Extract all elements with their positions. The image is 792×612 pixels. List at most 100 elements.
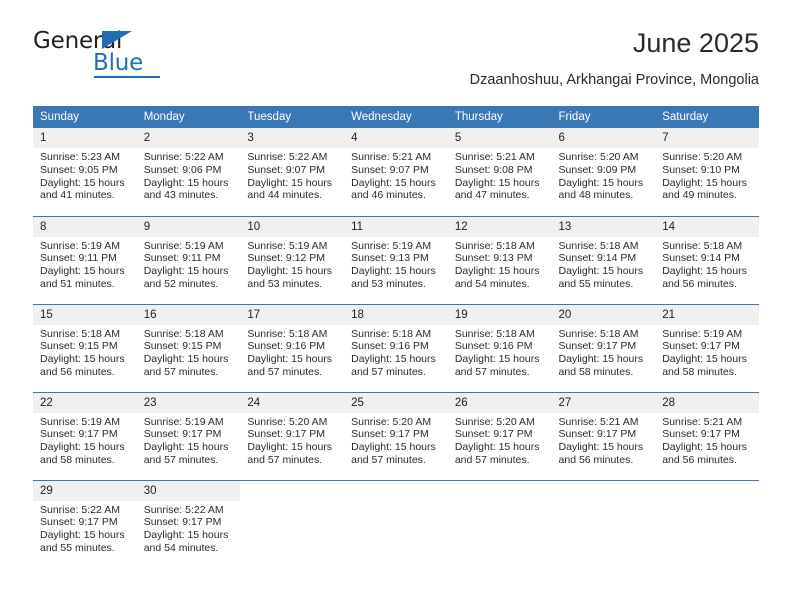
- sunrise-time: Sunrise: 5:20 AM: [351, 415, 432, 428]
- calendar-day-cell[interactable]: 13 Sunrise: 5:18 AM Sunset: 9:14 PM Dayligh…: [551, 215, 656, 304]
- day-details: Sunrise: 5:19 AM Sunset: 9:12 PM Daylight:…: [240, 237, 344, 291]
- day-number: 9: [136, 216, 241, 237]
- calendar-day-cell[interactable]: 19 Sunrise: 5:18 AM Sunset: 9:16 PM Dayligh…: [447, 303, 552, 392]
- sunrise-time: Sunrise: 5:23 AM: [40, 151, 120, 163]
- calendar-day-cell[interactable]: 30 Sunrise: 5:22 AM Sunset: 9:17 PM Dayligh…: [136, 479, 241, 568]
- calendar-day-cell[interactable]: 11 Sunrise: 5:19 AM Sunset: 9:13 PM Dayligh…: [344, 215, 448, 304]
- day-details: Sunrise: 5:20 AM Sunset: 9:10 PM Daylight:…: [655, 148, 759, 202]
- daylight-duration-line1: Daylight: 15 hours: [454, 441, 540, 454]
- day-details: Sunrise: 5:19 AM Sunset: 9:17 PM Daylight:…: [33, 413, 137, 467]
- daylight-duration-line2: and 44 minutes.: [247, 189, 323, 202]
- day-details: Sunrise: 5:19 AM Sunset: 9:17 PM Daylight:…: [137, 413, 241, 467]
- calendar-day-cell[interactable]: 7 Sunrise: 5:20 AM Sunset: 9:10 PM Daylight…: [655, 128, 759, 216]
- daylight-duration-line2: and 52 minutes.: [143, 277, 219, 290]
- day-details: Sunrise: 5:20 AM Sunset: 9:17 PM Daylight:…: [344, 413, 448, 467]
- day-number: 12: [447, 216, 552, 237]
- day-details: Sunrise: 5:22 AM Sunset: 9:17 PM Daylight:…: [137, 501, 241, 555]
- sunset-time: Sunset: 9:13 PM: [351, 252, 429, 265]
- day-number: 22: [33, 392, 137, 413]
- daylight-duration-line1: Daylight: 15 hours: [454, 353, 540, 366]
- sunrise-time: Sunrise: 5:19 AM: [143, 415, 224, 428]
- calendar-day-cell[interactable]: 23 Sunrise: 5:19 AM Sunset: 9:17 PM Dayligh…: [136, 391, 241, 480]
- sunrise-time: Sunrise: 5:21 AM: [454, 151, 535, 163]
- sunset-time: Sunset: 9:17 PM: [662, 340, 740, 353]
- calendar-day-cell[interactable]: 18 Sunrise: 5:18 AM Sunset: 9:16 PM Dayligh…: [344, 303, 448, 392]
- sunrise-time: Sunrise: 5:22 AM: [40, 503, 120, 516]
- calendar-day-cell[interactable]: 9 Sunrise: 5:19 AM Sunset: 9:11 PM Daylight…: [136, 215, 241, 304]
- day-number: 25: [344, 392, 448, 413]
- day-details: Sunrise: 5:18 AM Sunset: 9:16 PM Daylight:…: [240, 325, 344, 379]
- sunset-time: Sunset: 9:15 PM: [143, 340, 222, 353]
- weekday-header-wednesday: Wednesday: [344, 106, 448, 128]
- calendar-day-cell[interactable]: 1 Sunrise: 5:23 AM Sunset: 9:05 PM Daylight…: [33, 128, 137, 216]
- calendar-day-cell[interactable]: 6 Sunrise: 5:20 AM Sunset: 9:09 PM Daylight…: [551, 128, 656, 216]
- day-number: 30: [136, 480, 241, 501]
- day-number: 23: [136, 392, 241, 413]
- daylight-duration-line1: Daylight: 15 hours: [662, 176, 747, 189]
- day-number: 7: [655, 128, 759, 148]
- calendar-cell-empty: [344, 479, 448, 568]
- sunset-time: Sunset: 9:17 PM: [662, 428, 740, 441]
- calendar-cell-empty: [447, 479, 552, 568]
- calendar-day-cell[interactable]: 17 Sunrise: 5:18 AM Sunset: 9:16 PM Dayligh…: [240, 303, 345, 392]
- daylight-duration-line2: and 57 minutes.: [247, 365, 323, 378]
- sunrise-time: Sunrise: 5:18 AM: [662, 239, 743, 252]
- daylight-duration-line2: and 55 minutes.: [558, 277, 634, 290]
- calendar-day-cell[interactable]: 4 Sunrise: 5:21 AM Sunset: 9:07 PM Daylight…: [344, 128, 448, 216]
- sunset-time: Sunset: 9:17 PM: [454, 428, 533, 441]
- calendar-page: General Blue June 2025 Dzaanhoshuu, Arkh…: [0, 0, 792, 612]
- daylight-duration-line2: and 49 minutes.: [662, 189, 737, 202]
- calendar-day-cell[interactable]: 14 Sunrise: 5:18 AM Sunset: 9:14 PM Dayligh…: [655, 215, 759, 304]
- daylight-duration-line1: Daylight: 15 hours: [662, 353, 747, 366]
- calendar-day-cell[interactable]: 2 Sunrise: 5:22 AM Sunset: 9:06 PM Daylight…: [136, 128, 241, 216]
- calendar-day-cell[interactable]: 26 Sunrise: 5:20 AM Sunset: 9:17 PM Dayligh…: [447, 391, 552, 480]
- calendar-day-cell[interactable]: 16 Sunrise: 5:18 AM Sunset: 9:15 PM Dayligh…: [136, 303, 241, 392]
- day-number: 26: [447, 392, 552, 413]
- sunset-time: Sunset: 9:10 PM: [662, 163, 740, 176]
- calendar-day-cell[interactable]: 8 Sunrise: 5:19 AM Sunset: 9:11 PM Daylight…: [33, 215, 137, 304]
- calendar-day-cell[interactable]: 29 Sunrise: 5:22 AM Sunset: 9:17 PM Dayligh…: [33, 479, 137, 568]
- weekday-header-monday: Monday: [136, 106, 241, 128]
- sunset-time: Sunset: 9:06 PM: [143, 163, 222, 176]
- calendar-cell-empty: [655, 479, 759, 568]
- weekday-header-sunday: Sunday: [33, 106, 137, 128]
- calendar-day-cell[interactable]: 12 Sunrise: 5:18 AM Sunset: 9:13 PM Dayligh…: [447, 215, 552, 304]
- sunrise-time: Sunrise: 5:19 AM: [662, 327, 743, 340]
- sunrise-time: Sunrise: 5:18 AM: [454, 327, 535, 340]
- calendar-day-cell[interactable]: 28 Sunrise: 5:21 AM Sunset: 9:17 PM Dayligh…: [655, 391, 759, 480]
- daylight-duration-line1: Daylight: 15 hours: [351, 176, 436, 189]
- day-details: Sunrise: 5:18 AM Sunset: 9:15 PM Daylight:…: [33, 325, 137, 379]
- daylight-duration-line2: and 46 minutes.: [351, 189, 426, 202]
- sunrise-time: Sunrise: 5:21 AM: [662, 415, 743, 428]
- sunset-time: Sunset: 9:17 PM: [143, 428, 222, 441]
- sunset-time: Sunset: 9:05 PM: [40, 163, 118, 176]
- day-details: Sunrise: 5:18 AM Sunset: 9:16 PM Daylight:…: [344, 325, 448, 379]
- calendar-day-cell[interactable]: 10 Sunrise: 5:19 AM Sunset: 9:12 PM Dayligh…: [240, 215, 345, 304]
- calendar-day-cell[interactable]: 3 Sunrise: 5:22 AM Sunset: 9:07 PM Daylight…: [240, 128, 345, 216]
- calendar-day-cell[interactable]: 15 Sunrise: 5:18 AM Sunset: 9:15 PM Dayligh…: [33, 303, 137, 392]
- calendar-day-cell[interactable]: 24 Sunrise: 5:20 AM Sunset: 9:17 PM Dayligh…: [240, 391, 345, 480]
- daylight-duration-line1: Daylight: 15 hours: [40, 441, 125, 454]
- day-details: Sunrise: 5:20 AM Sunset: 9:09 PM Daylight:…: [552, 148, 656, 202]
- daylight-duration-line1: Daylight: 15 hours: [40, 265, 125, 278]
- daylight-duration-line2: and 57 minutes.: [454, 453, 530, 466]
- day-details: Sunrise: 5:19 AM Sunset: 9:13 PM Daylight:…: [344, 237, 448, 291]
- calendar-week-row: 29 Sunrise: 5:22 AM Sunset: 9:17 PM Dayligh…: [33, 479, 759, 568]
- day-details: Sunrise: 5:19 AM Sunset: 9:11 PM Daylight:…: [33, 237, 137, 291]
- daylight-duration-line1: Daylight: 15 hours: [558, 441, 644, 454]
- daylight-duration-line2: and 48 minutes.: [558, 189, 634, 202]
- calendar-day-cell[interactable]: 27 Sunrise: 5:21 AM Sunset: 9:17 PM Dayligh…: [551, 391, 656, 480]
- daylight-duration-line1: Daylight: 15 hours: [247, 265, 333, 278]
- calendar-day-cell[interactable]: 20 Sunrise: 5:18 AM Sunset: 9:17 PM Dayligh…: [551, 303, 656, 392]
- calendar-day-cell[interactable]: 5 Sunrise: 5:21 AM Sunset: 9:08 PM Daylight…: [447, 128, 552, 216]
- page-title: June 2025: [632, 28, 759, 58]
- sunrise-time: Sunrise: 5:20 AM: [247, 415, 328, 428]
- daylight-duration-line2: and 53 minutes.: [247, 277, 323, 290]
- day-number: 4: [344, 128, 448, 148]
- sunrise-time: Sunrise: 5:18 AM: [40, 327, 120, 340]
- calendar-day-cell[interactable]: 25 Sunrise: 5:20 AM Sunset: 9:17 PM Dayligh…: [344, 391, 448, 480]
- calendar-week-row: 8 Sunrise: 5:19 AM Sunset: 9:11 PM Daylight…: [33, 215, 759, 304]
- calendar-day-cell[interactable]: 22 Sunrise: 5:19 AM Sunset: 9:17 PM Dayligh…: [33, 391, 137, 480]
- sunrise-time: Sunrise: 5:19 AM: [351, 239, 432, 252]
- calendar-day-cell[interactable]: 21 Sunrise: 5:19 AM Sunset: 9:17 PM Dayligh…: [655, 303, 759, 392]
